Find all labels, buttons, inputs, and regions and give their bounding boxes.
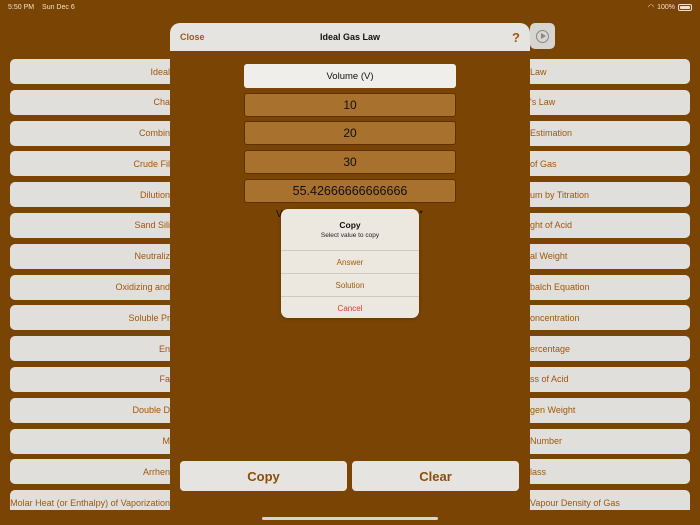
list-item[interactable]: Neutraliz bbox=[10, 243, 170, 269]
alert-answer-button[interactable]: Answer bbox=[281, 250, 419, 273]
alert-message: Select value to copy bbox=[320, 232, 380, 239]
result-field[interactable]: 55.42666666666666 bbox=[244, 179, 456, 203]
status-time: 5:50 PM bbox=[8, 3, 35, 11]
list-item-label: Dilution bbox=[139, 189, 170, 200]
list-item[interactable]: lass bbox=[530, 459, 690, 485]
list-item[interactable]: Number bbox=[530, 428, 690, 454]
input-field-2[interactable]: 20 bbox=[244, 121, 456, 145]
list-item[interactable]: Arrhen bbox=[10, 459, 170, 485]
list-item[interactable]: M bbox=[10, 428, 171, 454]
clear-button[interactable]: Clear bbox=[352, 461, 519, 491]
list-item-label: ercentage bbox=[530, 343, 571, 354]
list-item-label: gen Weight bbox=[530, 405, 576, 416]
list-item-label: Estimation bbox=[530, 128, 573, 139]
close-button[interactable]: Close bbox=[180, 32, 205, 42]
list-item-label: Cha bbox=[153, 97, 170, 108]
list-item-label: En bbox=[158, 343, 170, 354]
list-item-label: al Weight bbox=[530, 251, 568, 262]
alert-solution-button[interactable]: Solution bbox=[281, 273, 419, 296]
list-item-label: Number bbox=[530, 436, 563, 447]
list-item[interactable]: Oxidizing and bbox=[10, 274, 170, 300]
status-bar: 5:50 PM Sun Dec 6 ◠ 100% bbox=[0, 0, 700, 14]
list-item-label: Arrhen bbox=[142, 466, 170, 477]
list-item-partial-left[interactable]: Molar Heat (or Enthalpy) of Vaporization bbox=[10, 490, 170, 510]
list-item-label: Crude Fil bbox=[133, 158, 170, 169]
list-item[interactable]: Soluble Pr bbox=[10, 305, 170, 331]
list-item-partial-right[interactable]: Vapour Density of Gas bbox=[530, 490, 690, 510]
list-item[interactable]: ght of Acid bbox=[530, 212, 690, 238]
play-icon bbox=[536, 29, 549, 43]
list-item[interactable]: En bbox=[10, 336, 170, 362]
list-item-label: Neutraliz bbox=[134, 251, 170, 262]
wifi-icon: ◠ bbox=[647, 4, 655, 11]
unknown-variable-selector[interactable]: Volume (V) bbox=[244, 64, 456, 88]
list-item-label: 's Law bbox=[530, 97, 556, 108]
list-item[interactable]: Ideal bbox=[10, 59, 170, 84]
list-item[interactable]: oncentration bbox=[530, 305, 690, 331]
list-item-label: Ideal bbox=[150, 66, 170, 77]
list-item-label: Vapour Density of Gas bbox=[530, 498, 620, 508]
list-item[interactable]: balch Equation bbox=[530, 274, 690, 300]
play-button[interactable] bbox=[530, 23, 555, 49]
sheet-title: Ideal Gas Law bbox=[319, 32, 381, 42]
list-item-label: Sand Sili bbox=[134, 220, 170, 231]
copy-alert: Copy Select value to copy Answer Solutio… bbox=[281, 209, 419, 318]
list-item[interactable]: of Gas bbox=[530, 151, 690, 177]
alert-cancel-button[interactable]: Cancel bbox=[281, 296, 419, 318]
sheet-header: Close Ideal Gas Law ? bbox=[170, 23, 530, 51]
formula-text-right: * bbox=[419, 209, 423, 220]
list-item[interactable]: um by Titration bbox=[530, 182, 690, 208]
alert-header: Copy Select value to copy bbox=[281, 209, 419, 250]
list-item[interactable]: ercentage bbox=[530, 336, 690, 362]
list-item[interactable]: ss of Acid bbox=[530, 366, 690, 392]
status-date: Sun Dec 6 bbox=[42, 3, 75, 11]
list-item[interactable]: Sand Sili bbox=[10, 212, 170, 238]
list-item[interactable]: Dilution bbox=[10, 182, 170, 208]
list-item-label: Molar Heat (or Enthalpy) of Vaporization bbox=[10, 498, 170, 508]
input-field-3[interactable]: 30 bbox=[244, 150, 456, 174]
battery-percent: 100% bbox=[657, 3, 675, 11]
background-list-left: Ideal Cha Combin Crude Fil Dilution Sand Sili… bbox=[10, 59, 170, 490]
list-item[interactable]: Law bbox=[530, 59, 690, 84]
list-item[interactable]: 's Law bbox=[530, 89, 690, 115]
list-item-label: Oxidizing and bbox=[115, 282, 170, 293]
list-item-label: ght of Acid bbox=[530, 220, 573, 231]
list-item-label: lass bbox=[530, 466, 547, 477]
help-button[interactable]: ? bbox=[512, 30, 520, 45]
list-item-label: Fa bbox=[159, 374, 170, 385]
list-item-label: Law bbox=[530, 66, 547, 77]
list-item[interactable]: Estimation bbox=[530, 120, 690, 146]
list-item-label: balch Equation bbox=[530, 282, 590, 293]
background-list-right: Law 's Law Estimation of Gas um by Titration… bbox=[530, 59, 690, 490]
list-item[interactable]: Crude Fil bbox=[10, 151, 170, 177]
list-item-label: Double D bbox=[132, 405, 170, 416]
input-field-1[interactable]: 10 bbox=[244, 93, 456, 117]
list-item[interactable]: Cha bbox=[10, 89, 170, 115]
list-item[interactable]: al Weight bbox=[530, 243, 690, 269]
alert-title: Copy bbox=[339, 220, 361, 230]
list-item-label: um by Titration bbox=[530, 189, 590, 200]
list-item-label: M bbox=[162, 436, 171, 447]
list-item[interactable]: Combin bbox=[10, 120, 170, 146]
list-item-label: Combin bbox=[138, 128, 170, 139]
battery-icon bbox=[678, 3, 692, 11]
home-indicator bbox=[262, 517, 438, 520]
copy-button[interactable]: Copy bbox=[180, 461, 347, 491]
list-item[interactable]: Fa bbox=[10, 366, 170, 392]
list-item[interactable]: Double D bbox=[10, 397, 170, 423]
list-item-label: ss of Acid bbox=[530, 374, 569, 385]
list-item-label: Soluble Pr bbox=[128, 312, 170, 323]
list-item-label: oncentration bbox=[530, 312, 580, 323]
list-item-label: of Gas bbox=[530, 158, 557, 169]
list-item[interactable]: gen Weight bbox=[530, 397, 690, 423]
